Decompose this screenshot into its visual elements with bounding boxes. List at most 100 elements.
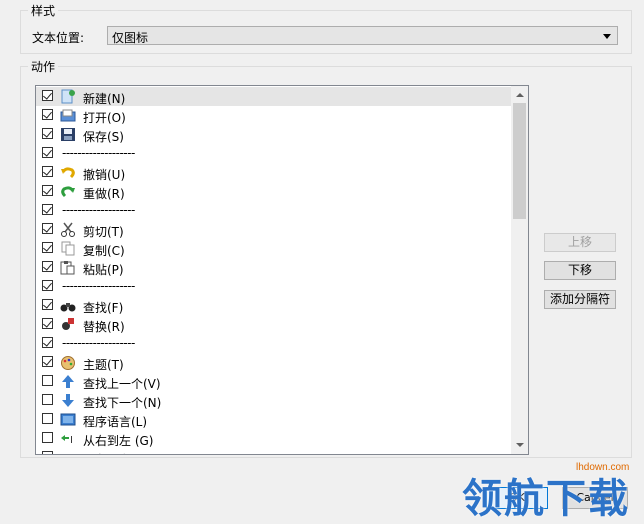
move-up-button[interactable]: 上移 xyxy=(544,233,616,252)
binoculars-icon xyxy=(60,298,76,313)
item-checkbox[interactable] xyxy=(42,299,53,310)
list-item[interactable]: 程序语言(L) xyxy=(36,410,513,429)
language-icon xyxy=(60,412,76,427)
undo-icon xyxy=(60,165,76,180)
rtl-icon: I xyxy=(60,431,76,446)
checkmark-icon xyxy=(43,356,52,366)
checkmark-icon xyxy=(43,261,52,271)
list-item[interactable]: I 从右到左 (G) xyxy=(36,429,513,448)
list-item-label: 新建(N) xyxy=(83,92,126,106)
separator-label: ------------------- xyxy=(62,336,135,350)
item-checkbox[interactable] xyxy=(42,147,53,158)
separator-row[interactable]: ------------------- xyxy=(36,144,513,163)
text-position-value: 仅图标 xyxy=(112,31,149,45)
list-item-label: 复制(C) xyxy=(83,244,125,258)
separator-row[interactable]: ------------------- xyxy=(36,201,513,220)
settings-panel: 样式 文本位置: 仅图标 动作 新建(N) 打开(O) 保存(S) ---------… xyxy=(8,0,636,462)
list-item[interactable]: 替换(R) xyxy=(36,315,513,334)
item-checkbox[interactable] xyxy=(42,394,53,405)
vertical-scrollbar[interactable] xyxy=(511,86,528,454)
item-checkbox[interactable] xyxy=(42,109,53,120)
list-item[interactable]: 粘贴(P) xyxy=(36,258,513,277)
chevron-down-icon xyxy=(603,34,611,39)
arrow-up-icon xyxy=(60,374,76,389)
list-item[interactable]: 查找(F) xyxy=(36,296,513,315)
list-item-label: 替换(R) xyxy=(83,320,125,334)
list-item[interactable]: 新建(N) xyxy=(36,87,513,106)
item-checkbox[interactable] xyxy=(42,166,53,177)
item-checkbox[interactable] xyxy=(42,242,53,253)
separator-label: ------------------- xyxy=(62,279,135,293)
item-checkbox[interactable] xyxy=(42,128,53,139)
list-item-label: 保存(S) xyxy=(83,130,124,144)
ltr-icon: I xyxy=(60,450,76,454)
checkmark-icon xyxy=(43,280,52,290)
list-item[interactable]: 查找上一个(V) xyxy=(36,372,513,391)
list-item-label: 查找(F) xyxy=(83,301,124,315)
checkmark-icon xyxy=(43,128,52,138)
list-item[interactable]: 打开(O) xyxy=(36,106,513,125)
checkmark-icon xyxy=(43,318,52,328)
svg-text:I: I xyxy=(70,435,73,446)
text-position-select[interactable]: 仅图标 xyxy=(107,26,618,45)
arrow-down-icon xyxy=(60,393,76,408)
scroll-up-button[interactable] xyxy=(511,86,528,103)
action-list[interactable]: 新建(N) 打开(O) 保存(S) ------------------- 撤销(U) 重… xyxy=(35,85,529,455)
list-item[interactable]: 保存(S) xyxy=(36,125,513,144)
list-item[interactable]: 主题(T) xyxy=(36,353,513,372)
new-doc-icon xyxy=(60,89,76,104)
list-item-label: 从右到左 (G) xyxy=(83,434,154,448)
text-position-label: 文本位置: xyxy=(32,31,85,45)
item-checkbox[interactable] xyxy=(42,185,53,196)
scrollbar-thumb[interactable] xyxy=(513,103,526,219)
list-item[interactable]: I 从左到右(E) xyxy=(36,448,513,454)
item-checkbox[interactable] xyxy=(42,337,53,348)
list-item[interactable]: 查找下一个(N) xyxy=(36,391,513,410)
checkmark-icon xyxy=(43,337,52,347)
item-checkbox[interactable] xyxy=(42,432,53,443)
checkmark-icon xyxy=(43,242,52,252)
style-group-title: 样式 xyxy=(28,2,59,19)
scroll-down-button[interactable] xyxy=(511,437,528,454)
list-item-label: 查找上一个(V) xyxy=(83,377,161,391)
separator-label: ------------------- xyxy=(62,146,135,160)
watermark: lhdown.com 领航下载 xyxy=(458,460,644,522)
separator-row[interactable]: ------------------- xyxy=(36,277,513,296)
checkmark-icon xyxy=(43,204,52,214)
list-item-label: 主题(T) xyxy=(83,358,124,372)
item-checkbox[interactable] xyxy=(42,261,53,272)
item-checkbox[interactable] xyxy=(42,451,53,454)
item-checkbox[interactable] xyxy=(42,223,53,234)
item-checkbox[interactable] xyxy=(42,90,53,101)
list-item-label: 撤销(U) xyxy=(83,168,126,182)
list-item-label: 查找下一个(N) xyxy=(83,396,162,410)
style-groupbox: 样式 文本位置: 仅图标 xyxy=(20,2,632,54)
list-item[interactable]: 撤销(U) xyxy=(36,163,513,182)
redo-icon xyxy=(60,184,76,199)
paste-icon xyxy=(60,260,76,275)
add-separator-button[interactable]: 添加分隔符 xyxy=(544,290,616,309)
move-down-button[interactable]: 下移 xyxy=(544,261,616,280)
list-item[interactable]: 重做(R) xyxy=(36,182,513,201)
watermark-logo: 领航下载 xyxy=(462,476,630,522)
item-checkbox[interactable] xyxy=(42,280,53,291)
separator-row[interactable]: ------------------- xyxy=(36,334,513,353)
checkmark-icon xyxy=(43,109,52,119)
item-checkbox[interactable] xyxy=(42,375,53,386)
item-checkbox[interactable] xyxy=(42,318,53,329)
copy-icon xyxy=(60,241,76,256)
replace-icon xyxy=(60,317,76,332)
checkmark-icon xyxy=(43,90,52,100)
palette-icon xyxy=(60,355,76,370)
action-groupbox: 动作 新建(N) 打开(O) 保存(S) ------------------- 撤销(… xyxy=(20,58,632,458)
item-checkbox[interactable] xyxy=(42,204,53,215)
checkmark-icon xyxy=(43,147,52,157)
open-icon xyxy=(60,108,76,123)
checkmark-icon xyxy=(43,166,52,176)
item-checkbox[interactable] xyxy=(42,413,53,424)
item-checkbox[interactable] xyxy=(42,356,53,367)
list-item[interactable]: 剪切(T) xyxy=(36,220,513,239)
list-item-label: 打开(O) xyxy=(83,111,126,125)
separator-label: ------------------- xyxy=(62,203,135,217)
list-item[interactable]: 复制(C) xyxy=(36,239,513,258)
